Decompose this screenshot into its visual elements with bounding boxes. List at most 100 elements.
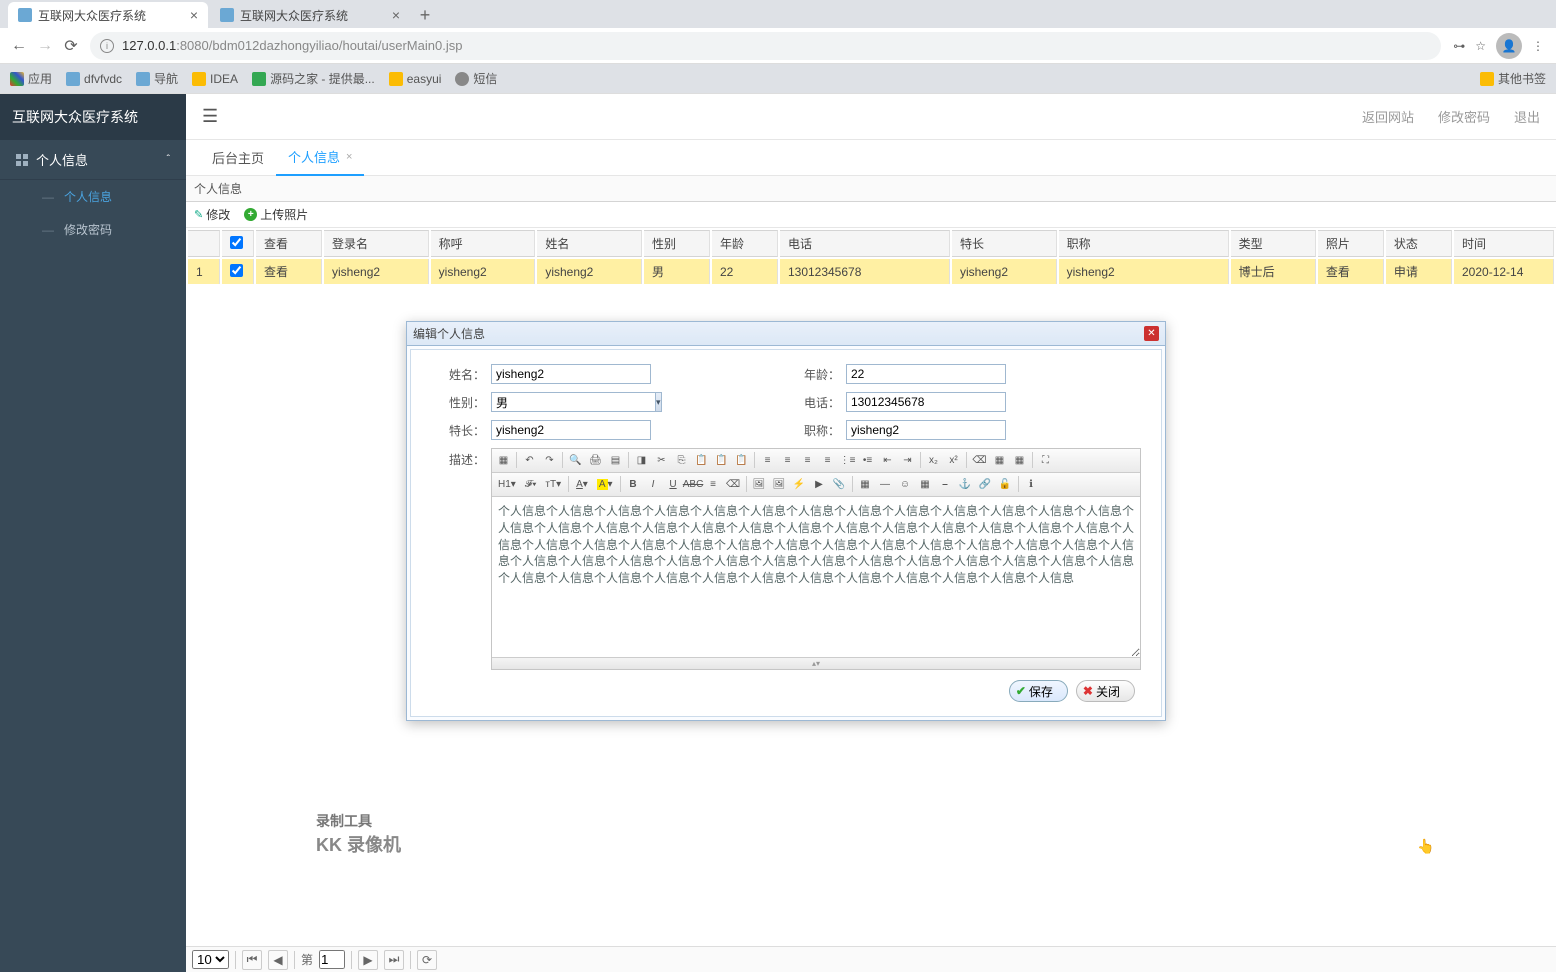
- align-justify-icon[interactable]: ≡: [818, 451, 837, 470]
- quick-format-icon[interactable]: ▦: [990, 451, 1009, 470]
- reload-button[interactable]: ⟳: [58, 33, 84, 59]
- superscript-icon[interactable]: x²: [944, 451, 963, 470]
- age-field[interactable]: [846, 364, 1006, 384]
- site-info-icon[interactable]: i: [100, 39, 114, 53]
- col-phone[interactable]: 电话: [780, 230, 950, 257]
- col-chenghu[interactable]: 称呼: [431, 230, 536, 257]
- url-input[interactable]: i 127.0.0.1:8080/bdm012dazhongyiliao/hou…: [90, 32, 1441, 60]
- font-family-icon[interactable]: 𝓕▾: [521, 475, 541, 494]
- bookmark-item[interactable]: IDEA: [192, 72, 238, 86]
- remove-format-icon[interactable]: ⌫: [724, 475, 743, 494]
- change-password-link[interactable]: 修改密码: [1438, 107, 1490, 126]
- close-icon[interactable]: ×: [190, 7, 198, 23]
- new-tab-button[interactable]: +: [412, 2, 438, 28]
- gender-select[interactable]: ▾: [491, 392, 627, 412]
- row-checkbox[interactable]: [230, 264, 243, 277]
- outdent-icon[interactable]: ⇤: [878, 451, 897, 470]
- name-field[interactable]: [491, 364, 651, 384]
- multi-image-icon[interactable]: 🖼: [770, 475, 789, 494]
- page-input[interactable]: [319, 950, 345, 969]
- clear-format-icon[interactable]: ⌫: [970, 451, 989, 470]
- col-specialty[interactable]: 特长: [952, 230, 1057, 257]
- col-login[interactable]: 登录名: [324, 230, 429, 257]
- align-left-icon[interactable]: ≡: [758, 451, 777, 470]
- tab-home[interactable]: 后台主页: [200, 140, 276, 175]
- underline-icon[interactable]: U: [664, 475, 683, 494]
- browser-tab-1[interactable]: 互联网大众医疗系统 ×: [8, 2, 208, 28]
- image-icon[interactable]: 🖼: [750, 475, 769, 494]
- bookmark-item[interactable]: 导航: [136, 70, 178, 87]
- col-gender[interactable]: 性别: [644, 230, 710, 257]
- close-button[interactable]: ✖关闭: [1076, 680, 1135, 702]
- font-size-icon[interactable]: тT▾: [541, 475, 565, 494]
- profile-icon[interactable]: 👤: [1496, 33, 1522, 59]
- logout-link[interactable]: 退出: [1514, 107, 1540, 126]
- back-button[interactable]: ←: [6, 33, 32, 59]
- nav-item-password[interactable]: —修改密码: [0, 213, 186, 246]
- bg-color-icon[interactable]: A▾: [593, 475, 617, 494]
- hr-icon[interactable]: —: [876, 475, 895, 494]
- source-icon[interactable]: ▦: [494, 451, 513, 470]
- first-page-button[interactable]: ⏮: [242, 950, 262, 970]
- phone-field[interactable]: [846, 392, 1006, 412]
- indent-icon[interactable]: ⇥: [898, 451, 917, 470]
- dialog-title-bar[interactable]: 编辑个人信息 ✕: [407, 322, 1165, 346]
- nav-group-personal[interactable]: 个人信息 ˆ: [0, 140, 186, 180]
- select-all-checkbox[interactable]: [230, 236, 243, 249]
- ordered-list-icon[interactable]: ⋮≡: [838, 451, 857, 470]
- media-icon[interactable]: ▶: [810, 475, 829, 494]
- col-type[interactable]: 类型: [1231, 230, 1316, 257]
- bookmark-item[interactable]: 短信: [455, 70, 497, 87]
- close-icon[interactable]: ×: [392, 7, 400, 23]
- align-center-icon[interactable]: ≡: [778, 451, 797, 470]
- text-color-icon[interactable]: A▾: [572, 475, 592, 494]
- select-all-icon[interactable]: ▦: [1010, 451, 1029, 470]
- refresh-button[interactable]: ⟳: [417, 950, 437, 970]
- close-icon[interactable]: ✕: [1144, 326, 1159, 341]
- paste-text-icon[interactable]: 📋: [712, 451, 731, 470]
- line-height-icon[interactable]: ≡: [704, 475, 723, 494]
- anchor-icon[interactable]: ⚓: [956, 475, 975, 494]
- fullscreen-icon[interactable]: ⛶: [1036, 451, 1055, 470]
- table-icon[interactable]: ▦: [856, 475, 875, 494]
- about-icon[interactable]: ℹ: [1022, 475, 1041, 494]
- view-link[interactable]: 查看: [256, 259, 322, 284]
- template-icon[interactable]: ▤: [606, 451, 625, 470]
- close-icon[interactable]: ×: [346, 151, 352, 163]
- col-name[interactable]: 姓名: [537, 230, 642, 257]
- bookmark-item[interactable]: dfvfvdc: [66, 72, 122, 86]
- print-icon[interactable]: 🖨: [586, 451, 605, 470]
- redo-icon[interactable]: ↷: [540, 451, 559, 470]
- title-field[interactable]: [846, 420, 1006, 440]
- code-icon[interactable]: ◨: [632, 451, 651, 470]
- table-row[interactable]: 1 查看 yisheng2 yisheng2 yisheng2 男 22 130…: [188, 259, 1554, 284]
- tab-profile[interactable]: 个人信息 ×: [276, 139, 364, 176]
- align-right-icon[interactable]: ≡: [798, 451, 817, 470]
- key-icon[interactable]: ⊶: [1453, 39, 1465, 53]
- edit-button[interactable]: ✎修改: [194, 206, 230, 223]
- pagebreak-icon[interactable]: ⎯: [936, 475, 955, 494]
- star-icon[interactable]: ☆: [1475, 39, 1486, 53]
- cut-icon[interactable]: ✂: [652, 451, 671, 470]
- upload-photo-button[interactable]: +上传照片: [244, 206, 308, 223]
- next-page-button[interactable]: ▶: [358, 950, 378, 970]
- special-char-icon[interactable]: ▦: [916, 475, 935, 494]
- col-time[interactable]: 时间: [1454, 230, 1554, 257]
- col-title[interactable]: 职称: [1059, 230, 1229, 257]
- bookmark-item[interactable]: easyui: [389, 72, 442, 86]
- forward-button[interactable]: →: [32, 33, 58, 59]
- subscript-icon[interactable]: x₂: [924, 451, 943, 470]
- nav-item-profile[interactable]: —个人信息: [0, 180, 186, 213]
- editor-resize-handle[interactable]: ▴▾: [492, 657, 1140, 669]
- link-icon[interactable]: 🔗: [976, 475, 995, 494]
- copy-icon[interactable]: ⎘: [672, 451, 691, 470]
- editor-textarea[interactable]: 个人信息个人信息个人信息个人信息个人信息个人信息个人信息个人信息个人信息个人信息…: [492, 497, 1140, 657]
- last-page-button[interactable]: ⏭: [384, 950, 404, 970]
- col-status[interactable]: 状态: [1386, 230, 1452, 257]
- page-size-select[interactable]: 10: [192, 950, 229, 969]
- menu-icon[interactable]: ⋮: [1532, 39, 1544, 53]
- prev-page-button[interactable]: ◀: [268, 950, 288, 970]
- chevron-down-icon[interactable]: ▾: [655, 392, 662, 412]
- unlink-icon[interactable]: 🔓: [996, 475, 1015, 494]
- specialty-field[interactable]: [491, 420, 651, 440]
